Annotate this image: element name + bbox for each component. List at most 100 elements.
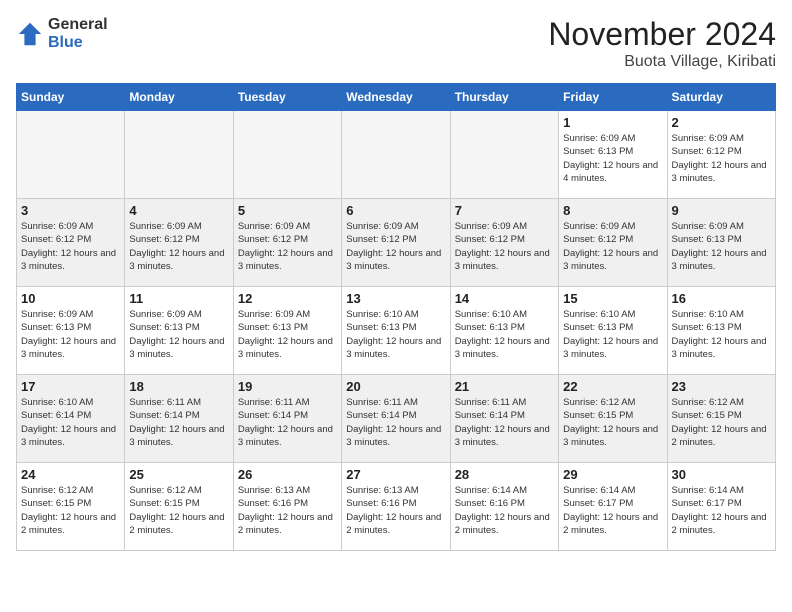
day-info: Sunrise: 6:09 AMSunset: 6:12 PMDaylight:… — [346, 220, 445, 273]
day-info: Sunrise: 6:14 AMSunset: 6:17 PMDaylight:… — [672, 484, 771, 537]
calendar-day-cell — [233, 111, 341, 199]
day-number: 3 — [21, 203, 120, 218]
day-info: Sunrise: 6:09 AMSunset: 6:13 PMDaylight:… — [563, 132, 662, 185]
day-info: Sunrise: 6:09 AMSunset: 6:13 PMDaylight:… — [21, 308, 120, 361]
day-number: 30 — [672, 467, 771, 482]
day-number: 24 — [21, 467, 120, 482]
calendar-day-cell: 14Sunrise: 6:10 AMSunset: 6:13 PMDayligh… — [450, 287, 558, 375]
day-info: Sunrise: 6:09 AMSunset: 6:12 PMDaylight:… — [129, 220, 228, 273]
day-info: Sunrise: 6:09 AMSunset: 6:13 PMDaylight:… — [672, 220, 771, 273]
day-number: 23 — [672, 379, 771, 394]
day-info: Sunrise: 6:10 AMSunset: 6:13 PMDaylight:… — [346, 308, 445, 361]
logo: General Blue — [16, 16, 108, 51]
weekday-header: Monday — [125, 84, 233, 111]
calendar-day-cell: 20Sunrise: 6:11 AMSunset: 6:14 PMDayligh… — [342, 375, 450, 463]
day-info: Sunrise: 6:09 AMSunset: 6:13 PMDaylight:… — [129, 308, 228, 361]
calendar-day-cell: 6Sunrise: 6:09 AMSunset: 6:12 PMDaylight… — [342, 199, 450, 287]
calendar-day-cell — [342, 111, 450, 199]
day-number: 4 — [129, 203, 228, 218]
calendar-day-cell: 21 Sunrise: 6:11 AMSunset: 6:14 PMDayligh… — [450, 375, 558, 463]
calendar-day-cell: 17 Sunrise: 6:10 AMSunset: 6:14 PMDayligh… — [17, 375, 125, 463]
day-number: 29 — [563, 467, 662, 482]
day-number: 18 — [129, 379, 228, 394]
day-info: Sunrise: 6:09 AMSunset: 6:12 PMDaylight:… — [672, 132, 771, 185]
calendar-day-cell: 23 Sunrise: 6:12 AMSunset: 6:15 PMDayligh… — [667, 375, 775, 463]
weekday-header: Saturday — [667, 84, 775, 111]
calendar-day-cell: 8 Sunrise: 6:09 AMSunset: 6:12 PMDaylight… — [559, 199, 667, 287]
day-number: 27 — [346, 467, 445, 482]
calendar-week-row: 3 Sunrise: 6:09 AMSunset: 6:12 PMDaylight… — [17, 199, 776, 287]
day-number: 8 — [563, 203, 662, 218]
day-info: Sunrise: 6:10 AMSunset: 6:14 PMDaylight:… — [21, 396, 120, 449]
logo-text: General Blue — [48, 16, 108, 51]
day-info: Sunrise: 6:09 AMSunset: 6:12 PMDaylight:… — [238, 220, 337, 273]
calendar-day-cell: 30 Sunrise: 6:14 AMSunset: 6:17 PMDayligh… — [667, 463, 775, 551]
day-info: Sunrise: 6:10 AMSunset: 6:13 PMDaylight:… — [672, 308, 771, 361]
day-number: 26 — [238, 467, 337, 482]
day-number: 21 — [455, 379, 554, 394]
calendar: SundayMondayTuesdayWednesdayThursdayFrid… — [16, 83, 776, 551]
calendar-day-cell: 26 Sunrise: 6:13 AMSunset: 6:16 PMDayligh… — [233, 463, 341, 551]
calendar-day-cell: 2 Sunrise: 6:09 AMSunset: 6:12 PMDaylight… — [667, 111, 775, 199]
calendar-day-cell: 13 Sunrise: 6:10 AMSunset: 6:13 PMDayligh… — [342, 287, 450, 375]
location-title: Buota Village, Kiribati — [548, 53, 776, 71]
day-info: Sunrise: 6:12 AMSunset: 6:15 PMDaylight:… — [129, 484, 228, 537]
calendar-week-row: 17 Sunrise: 6:10 AMSunset: 6:14 PMDayligh… — [17, 375, 776, 463]
calendar-week-row: 24 Sunrise: 6:12 AMSunset: 6:15 PMDayligh… — [17, 463, 776, 551]
calendar-day-cell: 15 Sunrise: 6:10 AMSunset: 6:13 PMDayligh… — [559, 287, 667, 375]
day-info: Sunrise: 6:14 AMSunset: 6:16 PMDaylight:… — [455, 484, 554, 537]
calendar-day-cell: 25Sunrise: 6:12 AMSunset: 6:15 PMDayligh… — [125, 463, 233, 551]
day-number: 11 — [129, 291, 228, 306]
calendar-day-cell: 22 Sunrise: 6:12 AMSunset: 6:15 PMDayligh… — [559, 375, 667, 463]
calendar-day-cell: 4 Sunrise: 6:09 AMSunset: 6:12 PMDaylight… — [125, 199, 233, 287]
calendar-day-cell: 7 Sunrise: 6:09 AMSunset: 6:12 PMDaylight… — [450, 199, 558, 287]
day-number: 2 — [672, 115, 771, 130]
day-info: Sunrise: 6:13 AMSunset: 6:16 PMDaylight:… — [238, 484, 337, 537]
day-info: Sunrise: 6:12 AMSunset: 6:15 PMDaylight:… — [563, 396, 662, 449]
day-info: Sunrise: 6:14 AMSunset: 6:17 PMDaylight:… — [563, 484, 662, 537]
day-info: Sunrise: 6:10 AMSunset: 6:13 PMDaylight:… — [455, 308, 554, 361]
day-info: Sunrise: 6:09 AMSunset: 6:12 PMDaylight:… — [563, 220, 662, 273]
calendar-day-cell — [450, 111, 558, 199]
calendar-day-cell: 12Sunrise: 6:09 AMSunset: 6:13 PMDayligh… — [233, 287, 341, 375]
day-info: Sunrise: 6:10 AMSunset: 6:13 PMDaylight:… — [563, 308, 662, 361]
calendar-day-cell: 28Sunrise: 6:14 AMSunset: 6:16 PMDayligh… — [450, 463, 558, 551]
calendar-day-cell: 24Sunrise: 6:12 AMSunset: 6:15 PMDayligh… — [17, 463, 125, 551]
calendar-day-cell: 18 Sunrise: 6:11 AMSunset: 6:14 PMDayligh… — [125, 375, 233, 463]
calendar-day-cell — [17, 111, 125, 199]
calendar-day-cell: 11 Sunrise: 6:09 AMSunset: 6:13 PMDayligh… — [125, 287, 233, 375]
calendar-day-cell: 9Sunrise: 6:09 AMSunset: 6:13 PMDaylight… — [667, 199, 775, 287]
calendar-day-cell: 5Sunrise: 6:09 AMSunset: 6:12 PMDaylight… — [233, 199, 341, 287]
calendar-day-cell: 1 Sunrise: 6:09 AMSunset: 6:13 PMDaylight… — [559, 111, 667, 199]
weekday-header: Wednesday — [342, 84, 450, 111]
calendar-day-cell: 10 Sunrise: 6:09 AMSunset: 6:13 PMDayligh… — [17, 287, 125, 375]
day-number: 7 — [455, 203, 554, 218]
calendar-day-cell — [125, 111, 233, 199]
day-number: 13 — [346, 291, 445, 306]
day-number: 22 — [563, 379, 662, 394]
day-number: 10 — [21, 291, 120, 306]
weekday-header: Sunday — [17, 84, 125, 111]
day-info: Sunrise: 6:11 AMSunset: 6:14 PMDaylight:… — [238, 396, 337, 449]
day-number: 19 — [238, 379, 337, 394]
day-info: Sunrise: 6:12 AMSunset: 6:15 PMDaylight:… — [672, 396, 771, 449]
day-info: Sunrise: 6:13 AMSunset: 6:16 PMDaylight:… — [346, 484, 445, 537]
logo-icon — [16, 20, 44, 48]
day-number: 12 — [238, 291, 337, 306]
logo-general: General — [48, 16, 108, 34]
day-number: 17 — [21, 379, 120, 394]
day-info: Sunrise: 6:09 AMSunset: 6:12 PMDaylight:… — [455, 220, 554, 273]
day-number: 15 — [563, 291, 662, 306]
day-number: 1 — [563, 115, 662, 130]
weekday-header: Friday — [559, 84, 667, 111]
day-info: Sunrise: 6:11 AMSunset: 6:14 PMDaylight:… — [455, 396, 554, 449]
title-block: November 2024 Buota Village, Kiribati — [548, 16, 776, 71]
calendar-day-cell: 29 Sunrise: 6:14 AMSunset: 6:17 PMDayligh… — [559, 463, 667, 551]
day-number: 20 — [346, 379, 445, 394]
day-info: Sunrise: 6:11 AMSunset: 6:14 PMDaylight:… — [129, 396, 228, 449]
weekday-header: Tuesday — [233, 84, 341, 111]
weekday-header: Thursday — [450, 84, 558, 111]
page-header: General Blue November 2024 Buota Village… — [16, 16, 776, 71]
calendar-header-row: SundayMondayTuesdayWednesdayThursdayFrid… — [17, 84, 776, 111]
calendar-day-cell: 16Sunrise: 6:10 AMSunset: 6:13 PMDayligh… — [667, 287, 775, 375]
